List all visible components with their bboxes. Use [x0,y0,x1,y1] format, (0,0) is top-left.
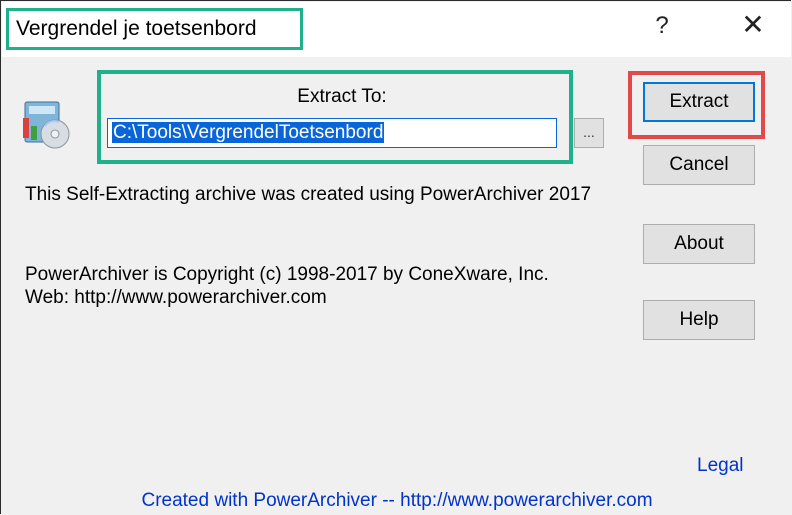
about-button[interactable]: About [643,224,755,264]
created-using-text: This Self-Extracting archive was created… [25,184,592,205]
footer-link[interactable]: Created with PowerArchiver -- http://www… [1,490,792,512]
copyright-text: PowerArchiver is Copyright (c) 1998-2017… [25,264,549,285]
copyright-block: PowerArchiver is Copyright (c) 1998-2017… [25,263,625,309]
close-icon[interactable]: ✕ [733,8,773,41]
cancel-button[interactable]: Cancel [643,145,755,185]
sfx-dialog: Vergrendel je toetsenbord ? ✕ Extract To… [0,0,791,514]
title-bar: Vergrendel je toetsenbord ? ✕ [2,2,791,57]
web-text: Web: http://www.powerarchiver.com [25,287,327,308]
extract-button-highlight [628,71,765,139]
browse-button[interactable]: ... [574,118,604,148]
extract-path-text: C:\Tools\VergrendelToetsenbord [112,122,385,143]
extract-highlight-box [97,70,573,164]
help-icon[interactable]: ? [642,12,682,40]
legal-link[interactable]: Legal [697,455,744,477]
extract-path-input[interactable]: C:\Tools\VergrendelToetsenbord [107,118,557,148]
title-highlight-box [6,8,303,50]
help-button[interactable]: Help [643,300,755,340]
